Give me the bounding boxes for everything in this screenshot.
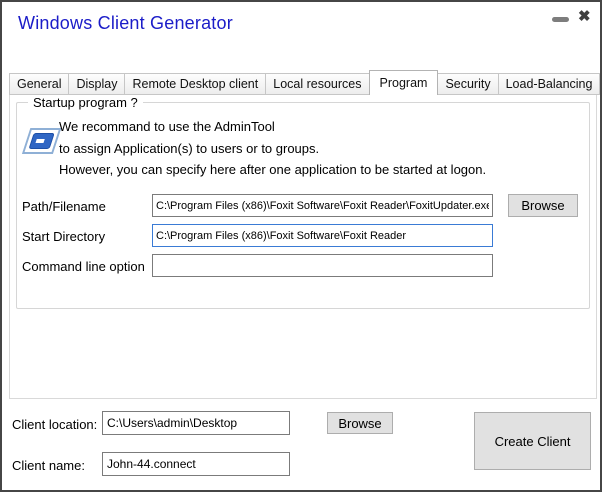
tab-program[interactable]: Program [369, 70, 439, 95]
close-icon[interactable]: ✖ [578, 6, 591, 28]
path-filename-label: Path/Filename [22, 199, 106, 214]
client-location-label: Client location: [12, 417, 97, 432]
tab-security[interactable]: Security [437, 73, 498, 95]
client-name-input[interactable] [102, 452, 290, 476]
start-directory-input[interactable] [152, 224, 493, 247]
startup-program-group-title: Startup program ? [28, 95, 143, 110]
command-line-option-label: Command line option [22, 259, 145, 274]
tab-general[interactable]: General [9, 73, 69, 95]
window-title: Windows Client Generator [18, 13, 233, 34]
info-text-line-3: However, you can specify here after one … [59, 162, 486, 177]
windows-client-generator-dialog: Windows Client Generator ✖ General Displ… [0, 0, 602, 492]
client-name-label: Client name: [12, 458, 85, 473]
client-location-browse-button[interactable]: Browse [327, 412, 393, 434]
client-location-input[interactable] [102, 411, 290, 435]
minimize-icon[interactable] [552, 17, 569, 22]
tab-display[interactable]: Display [68, 73, 125, 95]
tab-load-balancing[interactable]: Load-Balancing [498, 73, 601, 95]
info-text-line-2: to assign Application(s) to users or to … [59, 141, 319, 156]
tab-remote-desktop-client[interactable]: Remote Desktop client [124, 73, 266, 95]
start-directory-label: Start Directory [22, 229, 105, 244]
command-line-option-input[interactable] [152, 254, 493, 277]
info-text-line-1: We recommand to use the AdminTool [59, 119, 275, 134]
tab-strip: General Display Remote Desktop client Lo… [9, 71, 599, 95]
path-browse-button[interactable]: Browse [508, 194, 578, 217]
application-window-icon [21, 125, 61, 162]
tab-local-resources[interactable]: Local resources [265, 73, 369, 95]
create-client-button[interactable]: Create Client [474, 412, 591, 470]
path-filename-input[interactable] [152, 194, 493, 217]
